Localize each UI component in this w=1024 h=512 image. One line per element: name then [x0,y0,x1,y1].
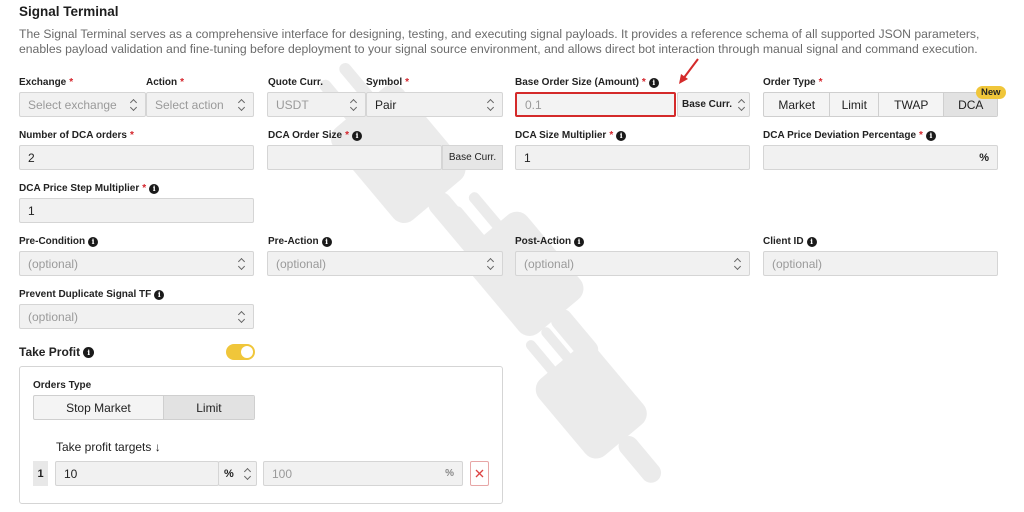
info-icon[interactable]: i [616,130,627,141]
page-description: The Signal Terminal serves as a comprehe… [19,27,980,56]
close-icon [475,469,484,478]
client-id-label: Client ID i [763,236,817,247]
take-profit-label: Take Profit i [19,345,95,359]
chevron-updown-icon [237,99,245,111]
dca-price-deviation-label: DCA Price Deviation Percentage * i [763,130,936,141]
pre-action-select[interactable]: (optional) [267,251,503,276]
chevron-updown-icon [486,258,494,270]
chevron-updown-icon [733,258,741,270]
quote-curr-label: Quote Curr. [268,77,324,88]
dca-price-step-input[interactable]: 1 [19,198,254,223]
order-type-limit[interactable]: Limit [830,93,880,116]
info-icon[interactable]: i [806,236,817,247]
post-action-label: Post-Action i [515,236,585,247]
take-profit-toggle[interactable] [226,344,255,360]
chevron-updown-icon [129,99,137,111]
take-profit-panel: Orders Type Stop Market Limit Take profi… [19,366,503,504]
dca-price-step-label: DCA Price Step Multiplier * i [19,183,160,194]
target-amount-input[interactable]: 100% [263,461,463,486]
chevron-updown-icon [237,311,245,323]
orders-type-segmented: Stop Market Limit [33,395,255,420]
orders-type-limit[interactable]: Limit [163,396,254,419]
quote-curr-select[interactable]: USDT [267,92,366,117]
info-icon[interactable]: i [321,236,332,247]
chevron-updown-icon [243,468,251,480]
pre-condition-select[interactable]: (optional) [19,251,254,276]
dca-order-size-input[interactable] [267,145,442,170]
info-icon[interactable]: i [149,183,160,194]
target-value-input[interactable]: 10 [55,461,219,486]
dca-size-multiplier-input[interactable]: 1 [515,145,750,170]
chevron-updown-icon [737,99,745,111]
info-icon[interactable]: i [925,130,936,141]
info-icon[interactable]: i [88,236,99,247]
post-action-select[interactable]: (optional) [515,251,750,276]
client-id-input[interactable]: (optional) [763,251,998,276]
take-profit-targets-label: Take profit targets ↓ [56,440,161,454]
chevron-updown-icon [486,99,494,111]
new-badge: New [976,86,1006,99]
toggle-knob [241,346,253,358]
percent-icon: % [979,151,989,164]
page-title: Signal Terminal [19,4,119,19]
info-icon[interactable]: i [83,346,95,358]
dca-order-size-unit: Base Curr. [442,145,503,170]
orders-type-label: Orders Type [33,380,92,391]
orders-type-stop-market[interactable]: Stop Market [34,396,164,419]
symbol-select[interactable]: Pair [366,92,503,117]
dca-price-deviation-input[interactable]: % [763,145,998,170]
base-order-size-label: Base Order Size (Amount) * i [515,77,659,88]
order-type-segmented: Market Limit TWAP DCA [763,92,998,117]
chevron-updown-icon [349,99,357,111]
pre-condition-label: Pre-Condition i [19,236,99,247]
order-type-market[interactable]: Market [764,93,831,116]
base-order-size-input[interactable]: 0.1 [515,92,676,117]
order-type-twap[interactable]: TWAP [879,93,945,116]
dca-orders-input[interactable]: 2 [19,145,254,170]
percent-icon: % [445,468,454,479]
dca-orders-label: Number of DCA orders * [19,130,134,141]
dca-size-multiplier-label: DCA Size Multiplier * i [515,130,627,141]
pre-action-label: Pre-Action i [268,236,332,247]
prevent-duplicate-label: Prevent Duplicate Signal TF i [19,289,165,300]
info-icon[interactable]: i [154,289,165,300]
prevent-duplicate-select[interactable]: (optional) [19,304,254,329]
base-curr-select[interactable]: Base Curr. [677,92,750,117]
info-icon[interactable]: i [648,77,659,88]
dca-order-size-label: DCA Order Size * i [268,130,362,141]
order-type-label: Order Type * [763,77,823,88]
target-index: 1 [33,461,48,486]
annotation-arrow-icon [679,58,699,84]
exchange-select[interactable]: Select exchange [19,92,146,117]
remove-target-button[interactable] [470,461,489,486]
info-icon[interactable]: i [352,130,362,141]
info-icon[interactable]: i [574,236,585,247]
exchange-label: Exchange * [19,77,74,88]
action-label: Action * [146,77,185,88]
target-unit-select[interactable]: % [218,461,257,486]
chevron-updown-icon [237,258,245,270]
symbol-label: Symbol * [366,77,410,88]
action-select[interactable]: Select action [146,92,254,117]
